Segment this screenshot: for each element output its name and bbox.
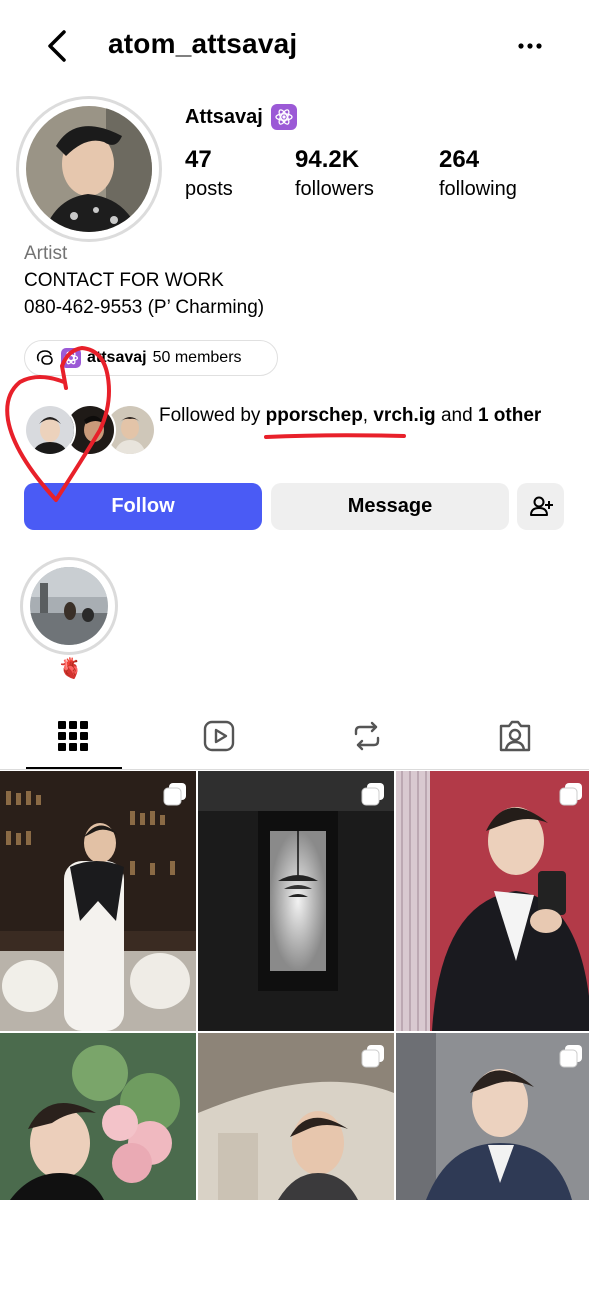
post-thumbnail[interactable] xyxy=(198,1033,394,1293)
stat-followers-value: 94.2K xyxy=(295,146,360,173)
stat-followers[interactable]: 94.2K followers xyxy=(295,146,374,201)
followed-prefix: Followed by xyxy=(159,405,266,426)
followed-user-1[interactable]: pporschep xyxy=(266,405,363,426)
atom-badge-icon xyxy=(61,348,81,368)
stat-following-label: following xyxy=(439,178,517,200)
channel-name: attsavaj xyxy=(87,349,147,366)
grid-icon[interactable] xyxy=(55,718,91,754)
story-highlight-label: 🫀 xyxy=(58,658,83,680)
stat-followers-label: followers xyxy=(295,178,374,200)
channel-members: 50 members xyxy=(152,349,242,366)
add-person-icon xyxy=(529,496,553,516)
profile-avatar[interactable] xyxy=(26,106,152,232)
follower-avatar[interactable] xyxy=(24,404,76,456)
display-name: Attsavaj xyxy=(185,104,297,130)
back-arrow-icon[interactable] xyxy=(40,26,76,66)
more-options-icon[interactable] xyxy=(515,34,545,58)
atom-badge-icon xyxy=(270,104,297,130)
post-thumbnail[interactable] xyxy=(0,1033,196,1293)
stat-posts-value: 47 xyxy=(185,146,212,173)
post-thumbnail[interactable] xyxy=(396,1033,589,1293)
multiple-posts-icon xyxy=(559,1045,582,1068)
followed-by-text[interactable]: Followed by pporschep, vrch.ig and 1 oth… xyxy=(159,402,559,429)
reels-icon[interactable] xyxy=(201,718,237,754)
suggest-people-button[interactable] xyxy=(517,483,564,530)
post-thumbnail[interactable] xyxy=(396,771,589,1031)
broadcast-channel-chip[interactable]: attsavaj 50 members xyxy=(24,340,278,376)
story-highlight-thumbnail[interactable] xyxy=(30,567,108,645)
followed-mid: and xyxy=(435,405,478,426)
stat-posts[interactable]: 47 posts xyxy=(185,146,233,201)
followed-more[interactable]: 1 other xyxy=(478,405,541,426)
followed-sep: , xyxy=(362,405,374,426)
stat-following[interactable]: 264 following xyxy=(439,146,517,201)
profile-category: Artist xyxy=(24,243,68,264)
stat-posts-label: posts xyxy=(185,178,233,200)
tagged-icon[interactable] xyxy=(497,718,533,754)
underline-annotation xyxy=(264,433,406,439)
multiple-posts-icon xyxy=(163,783,186,806)
multiple-posts-icon xyxy=(361,783,384,806)
display-name-text: Attsavaj xyxy=(185,105,263,128)
post-thumbnail[interactable] xyxy=(0,771,196,1031)
post-thumbnail[interactable] xyxy=(198,771,394,1031)
multiple-posts-icon xyxy=(559,783,582,806)
stat-following-value: 264 xyxy=(439,146,480,173)
followed-user-2[interactable]: vrch.ig xyxy=(373,405,435,426)
channel-icon xyxy=(36,350,53,365)
multiple-posts-icon xyxy=(361,1045,384,1068)
reposts-icon[interactable] xyxy=(349,718,385,754)
tabs-divider xyxy=(0,769,589,770)
header-username: atom_attsavaj xyxy=(108,28,298,59)
follow-button[interactable]: Follow xyxy=(24,483,262,530)
bio-line: CONTACT FOR WORK xyxy=(24,270,224,291)
bio-line[interactable]: 080-462-9553 (P’ Charming) xyxy=(24,297,264,319)
message-button[interactable]: Message xyxy=(271,483,509,530)
